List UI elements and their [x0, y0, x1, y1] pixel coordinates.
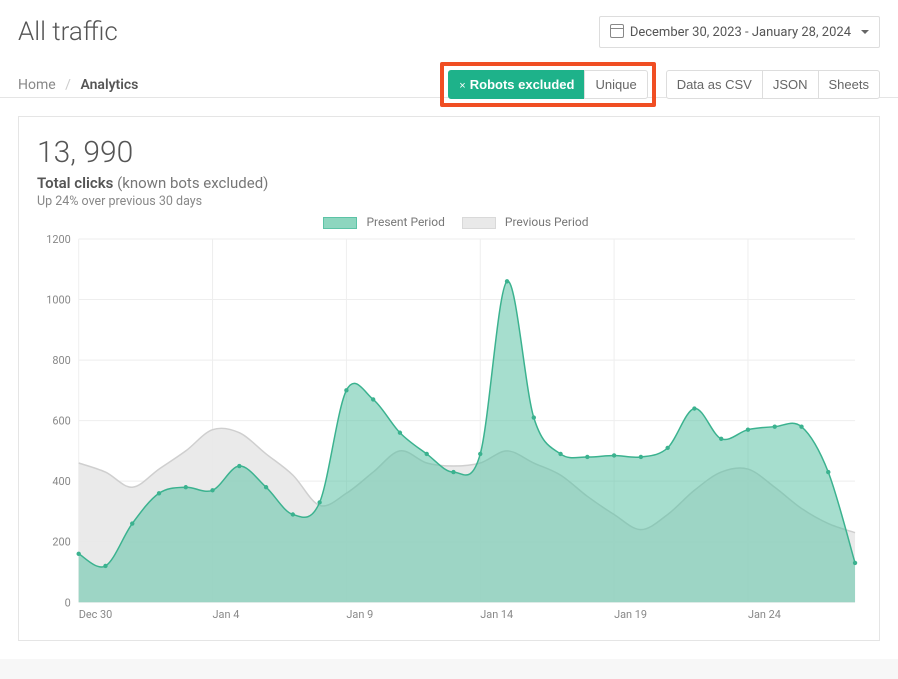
traffic-filter-group: × Robots excluded Unique [448, 70, 647, 99]
export-csv-button[interactable]: Data as CSV [666, 70, 763, 99]
robots-excluded-toggle[interactable]: × Robots excluded [448, 70, 585, 99]
export-sheets-button[interactable]: Sheets [818, 70, 880, 99]
svg-text:600: 600 [52, 415, 70, 428]
svg-text:Jan 14: Jan 14 [480, 608, 513, 621]
svg-text:1000: 1000 [46, 293, 71, 306]
unique-toggle[interactable]: Unique [584, 70, 647, 99]
breadcrumb-separator: / [65, 77, 71, 93]
breadcrumb: Home / Analytics [18, 77, 138, 93]
chart-container: 0 200 400 600 800 1000 1200 Dec 30 Jan 4 Jan 9 Jan… [37, 233, 861, 630]
close-icon: × [459, 80, 465, 92]
svg-text:400: 400 [52, 475, 70, 488]
svg-text:Jan 19: Jan 19 [614, 608, 647, 621]
date-range-text: December 30, 2023 - January 28, 2024 [630, 25, 851, 40]
traffic-panel: 13, 990 Total clicks (known bots exclude… [18, 116, 880, 641]
breadcrumb-active: Analytics [80, 77, 138, 93]
svg-text:Dec 30: Dec 30 [79, 608, 113, 621]
calendar-icon [610, 23, 624, 41]
caret-down-icon [857, 25, 869, 40]
breadcrumb-home[interactable]: Home [18, 77, 56, 93]
svg-text:800: 800 [52, 354, 70, 367]
svg-text:Jan 4: Jan 4 [213, 608, 240, 621]
robots-excluded-label: Robots excluded [470, 77, 575, 92]
svg-text:1200: 1200 [46, 233, 71, 246]
metric-label: Total clicks (known bots excluded) [37, 174, 861, 192]
legend-label-previous: Previous Period [505, 215, 589, 229]
traffic-chart: 0 200 400 600 800 1000 1200 Dec 30 Jan 4 Jan 9 Jan… [37, 233, 861, 630]
metric-value: 13, 990 [37, 135, 861, 170]
page-title: All traffic [18, 17, 118, 47]
metric-subtext: Up 24% over previous 30 days [37, 194, 861, 209]
filter-highlight-box: × Robots excluded Unique [440, 62, 655, 107]
legend-label-present: Present Period [366, 215, 444, 229]
legend-swatch-previous [462, 217, 496, 229]
date-range-picker[interactable]: December 30, 2023 - January 28, 2024 [599, 16, 880, 48]
metric-label-rest: (known bots excluded) [117, 174, 268, 192]
legend-swatch-present [323, 217, 357, 229]
svg-text:Jan 9: Jan 9 [346, 608, 373, 621]
export-json-button[interactable]: JSON [762, 70, 819, 99]
svg-text:Jan 24: Jan 24 [748, 608, 781, 621]
export-group: Data as CSV JSON Sheets [666, 70, 880, 99]
svg-text:200: 200 [52, 536, 70, 549]
chart-legend: Present Period Previous Period [37, 215, 861, 229]
svg-text:0: 0 [65, 596, 71, 609]
metric-label-strong: Total clicks [37, 174, 113, 192]
